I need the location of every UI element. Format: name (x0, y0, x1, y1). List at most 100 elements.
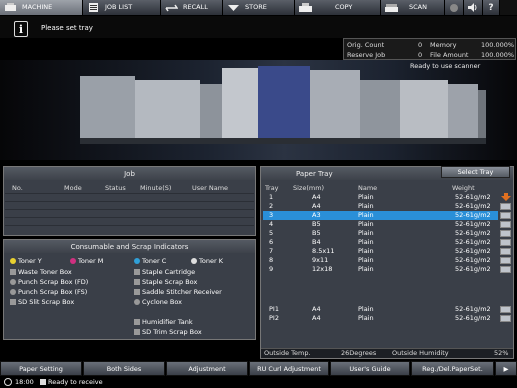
tray-paper-name: Plain (358, 247, 374, 255)
tray-row[interactable]: PI2 A4 Plain 52-61g/m2 (263, 314, 498, 323)
tray-paper-name: Plain (358, 202, 374, 210)
job-col-no: No. (12, 184, 23, 192)
tray-paper-name: Plain (358, 314, 374, 322)
tray-row[interactable]: 8 9x11 Plain 52-61g/m2 (263, 256, 498, 265)
tray-row[interactable]: 3 A3 Plain 52-61g/m2 (263, 211, 498, 220)
info-icon: i (14, 21, 28, 37)
tray-number: 8 (269, 256, 274, 264)
staple-scrap-icon (134, 279, 140, 285)
volume-button[interactable] (464, 0, 483, 15)
tray-number: PI1 (269, 305, 279, 313)
punch-icon (10, 279, 16, 285)
tray-status-indicator (500, 306, 511, 313)
tray-weight: 52-61g/m2 (455, 211, 491, 219)
outside-temp-label: Outside Temp. (264, 349, 311, 357)
reserve-job-value: 0 (418, 51, 423, 59)
memory-value: 100.000% (481, 41, 515, 49)
select-tray-button[interactable]: Select Tray (441, 166, 510, 178)
consumable-staple-cartridge: Staple Cartridge (134, 268, 195, 276)
consumable-punch-fs: Punch Scrap Box (FS) (10, 288, 87, 296)
consumable-punch-fd: Punch Scrap Box (FD) (10, 278, 88, 286)
tray-status-indicator (500, 266, 511, 273)
tray-paper-name: Plain (358, 305, 374, 313)
tray-size: A4 (312, 202, 321, 210)
tray-paper-name: Plain (358, 229, 374, 237)
consumable-toner-c: Toner C (134, 257, 166, 265)
outside-humidity-label: Outside Humidity (392, 349, 449, 357)
tray-weight: 52-61g/m2 (455, 256, 491, 264)
outside-humidity-value: 52% (494, 349, 509, 357)
scan-icon (385, 4, 398, 12)
tray-number: 5 (269, 229, 274, 237)
machine-illustration (0, 60, 517, 160)
users-guide-button[interactable]: User's Guide (330, 361, 410, 376)
tab-machine[interactable]: MACHINE (0, 0, 83, 15)
help-button[interactable]: ? (483, 0, 500, 15)
consumable-staple-scrap: Staple Scrap Box (134, 278, 197, 286)
tray-row[interactable]: 4 B5 Plain 52-61g/m2 (263, 220, 498, 229)
next-page-button[interactable]: ▶ (495, 361, 517, 376)
tray-row[interactable]: 1 A4 Plain 52-61g/m2 (263, 193, 498, 202)
tab-scan[interactable]: SCAN (381, 0, 445, 15)
tray-size: 12x18 (312, 265, 333, 273)
ru-curl-adjustment-button[interactable]: RU Curl Adjustment (249, 361, 329, 376)
toner-y-icon (10, 258, 16, 264)
tray-size: A3 (312, 211, 321, 219)
tray-status-indicator (500, 248, 511, 255)
consumable-cyclone: Cyclone Box (134, 298, 182, 306)
tray-weight: 52-61g/m2 (455, 314, 491, 322)
tab-copy[interactable]: COPY (295, 0, 381, 15)
staple-icon (134, 269, 140, 275)
tray-row[interactable]: 7 8.5x11 Plain 52-61g/m2 (263, 247, 498, 256)
consumable-sd-trim: SD Trim Scrap Box (134, 328, 202, 336)
tray-status-indicator (500, 203, 511, 210)
tray-weight: 52-61g/m2 (455, 202, 491, 210)
tray-weight: 52-61g/m2 (455, 229, 491, 237)
tab-job-list[interactable]: JOB LIST (83, 0, 161, 15)
tab-store[interactable]: STORE (223, 0, 295, 15)
counter-panel: Orig. Count 0 Memory 100.000% Reserve Jo… (343, 38, 516, 60)
list-icon (89, 3, 98, 12)
warning-arrow-icon (501, 193, 511, 201)
tray-row[interactable]: PI1 A4 Plain 52-61g/m2 (263, 305, 498, 314)
status-dot-icon (450, 3, 458, 12)
tray-number: 6 (269, 238, 274, 246)
outside-temp-value: 26Degrees (341, 349, 377, 357)
orig-count-value: 0 (418, 41, 423, 49)
scanner-status: Ready to use scanner (410, 62, 481, 70)
paper-setting-button[interactable]: Paper Setting (0, 361, 82, 376)
tray-paper-name: Plain (358, 193, 374, 201)
tray-weight: 52-61g/m2 (455, 238, 491, 246)
waste-box-icon (10, 269, 16, 275)
tank-icon (134, 319, 140, 325)
punch-fs-icon (10, 289, 16, 295)
status-message: Please set tray (41, 24, 93, 32)
tray-number: 7 (269, 247, 274, 255)
status-indicator-button[interactable] (445, 0, 464, 15)
tray-size: 9x11 (312, 256, 329, 264)
tray-col-weight: Weight (452, 184, 475, 192)
cyclone-icon (134, 299, 140, 305)
tray-row[interactable]: 2 A4 Plain 52-61g/m2 (263, 202, 498, 211)
toner-m-icon (70, 258, 76, 264)
tray-paper-name: Plain (358, 265, 374, 273)
tray-row[interactable]: 6 B4 Plain 52-61g/m2 (263, 238, 498, 247)
tray-row[interactable]: 9 12x18 Plain 52-61g/m2 (263, 265, 498, 274)
tray-number: 9 (269, 265, 274, 273)
tray-paper-name: Plain (358, 211, 374, 219)
consumable-toner-k: Toner K (191, 257, 223, 265)
tray-row[interactable]: 5 B5 Plain 52-61g/m2 (263, 229, 498, 238)
reg-del-paper-set-button[interactable]: Reg./Del.PaperSet. (411, 361, 494, 376)
adjustment-button[interactable]: Adjustment (166, 361, 248, 376)
tray-size: 8.5x11 (312, 247, 335, 255)
orig-count-label: Orig. Count (347, 41, 385, 49)
job-col-minute: Minute(S) (140, 184, 172, 192)
tray-number: 2 (269, 202, 274, 210)
reserve-job-label: Reserve Job (347, 51, 386, 59)
job-col-user: User Name (192, 184, 229, 192)
both-sides-button[interactable]: Both Sides (83, 361, 165, 376)
tray-size: A4 (312, 193, 321, 201)
tab-recall[interactable]: RECALL (161, 0, 223, 15)
toner-k-icon (191, 258, 197, 264)
file-amount-label: File Amount (430, 51, 469, 59)
